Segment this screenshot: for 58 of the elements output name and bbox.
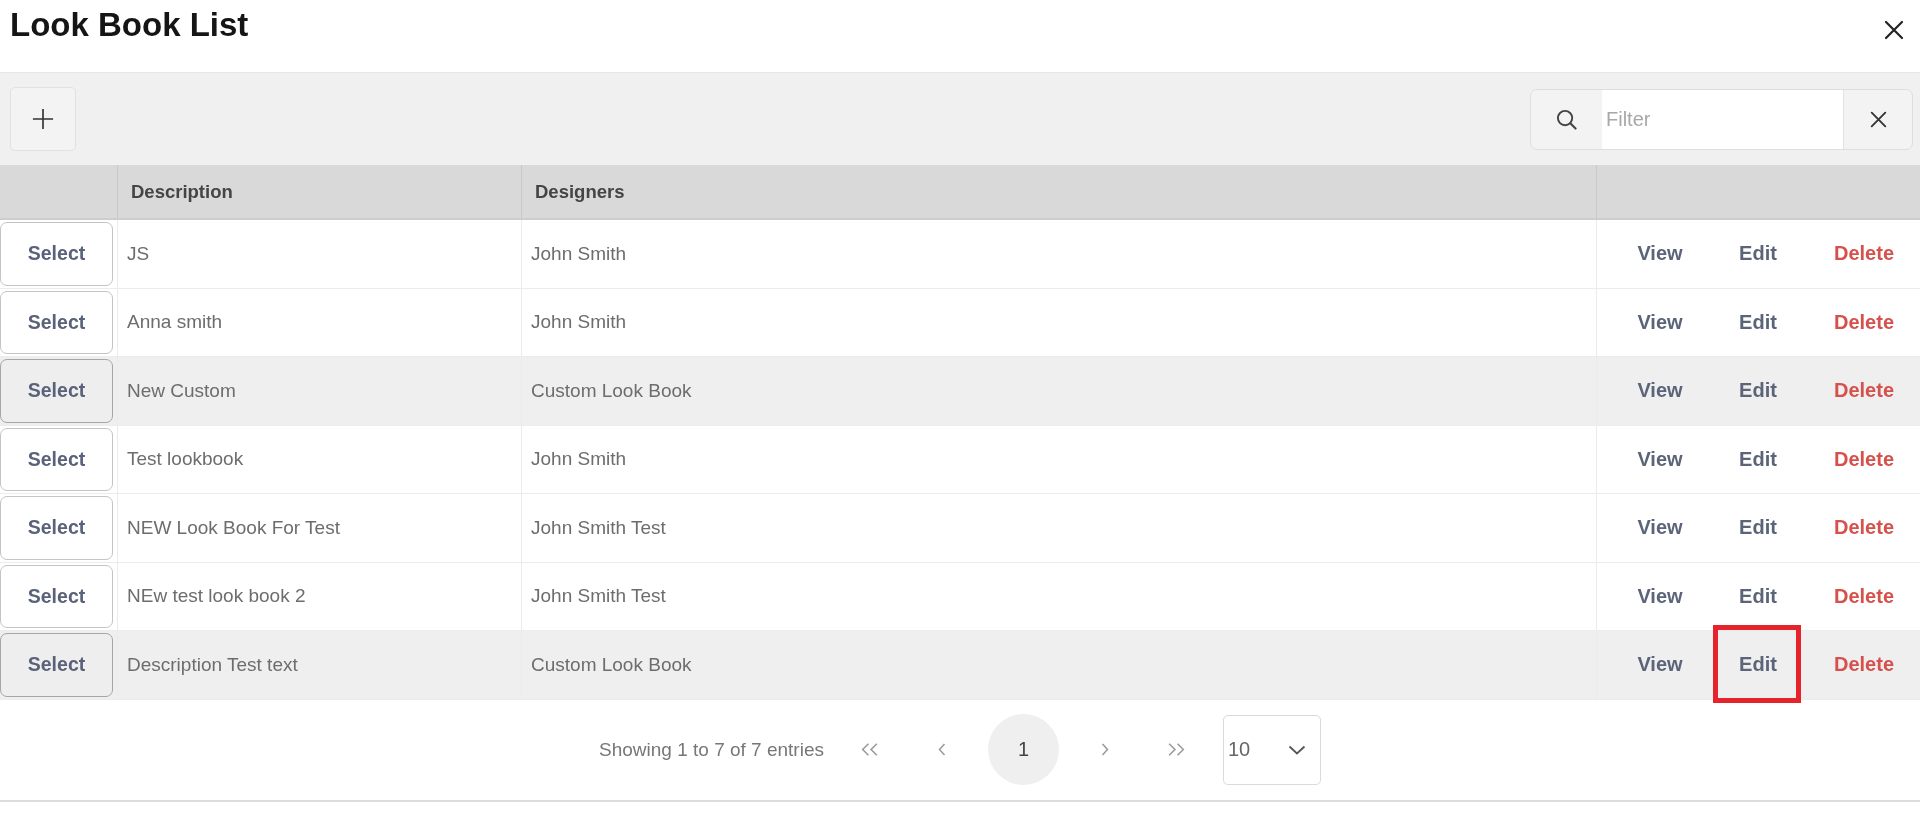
- edit-link[interactable]: Edit: [1739, 379, 1777, 403]
- description-cell: NEw test look book 2: [118, 562, 522, 630]
- page-size-select[interactable]: 10: [1223, 714, 1321, 785]
- description-cell: Test lookbook: [118, 425, 522, 493]
- designer-cell: John Smith: [522, 288, 1597, 356]
- delete-link[interactable]: Delete: [1834, 242, 1894, 266]
- delete-link[interactable]: Delete: [1834, 653, 1894, 677]
- column-header: Description: [118, 165, 522, 218]
- select-button[interactable]: Select: [0, 290, 113, 354]
- select-button[interactable]: Select: [0, 427, 113, 491]
- dialog-title: Look Book List: [10, 6, 249, 44]
- designer-cell: John Smith: [522, 425, 1597, 493]
- description-cell: New Custom: [118, 357, 522, 425]
- edit-link[interactable]: Edit: [1739, 447, 1777, 471]
- edit-link[interactable]: Edit: [1739, 310, 1777, 334]
- plus-icon: [32, 108, 54, 130]
- close-button[interactable]: [1882, 18, 1906, 42]
- select-button[interactable]: Select: [0, 496, 113, 560]
- close-icon: [1869, 110, 1887, 128]
- add-button[interactable]: [10, 87, 76, 151]
- view-link[interactable]: View: [1637, 310, 1683, 334]
- select-button[interactable]: Select: [0, 222, 113, 286]
- description-cell: JS: [118, 220, 522, 288]
- view-link[interactable]: View: [1637, 242, 1683, 266]
- description-cell: Anna smith: [118, 288, 522, 356]
- designer-cell: Custom Look Book: [522, 631, 1597, 699]
- designer-cell: John Smith: [522, 220, 1597, 288]
- select-button[interactable]: Select: [0, 633, 113, 697]
- delete-link[interactable]: Delete: [1834, 516, 1894, 540]
- view-link[interactable]: View: [1637, 584, 1683, 608]
- delete-link[interactable]: Delete: [1834, 310, 1894, 334]
- column-header: Designers: [522, 165, 1597, 218]
- description-cell: NEW Look Book For Test: [118, 494, 522, 562]
- edit-link[interactable]: Edit: [1739, 653, 1777, 677]
- view-link[interactable]: View: [1637, 516, 1683, 540]
- view-link[interactable]: View: [1637, 447, 1683, 471]
- filter-field[interactable]: Filter: [1602, 89, 1843, 149]
- edit-link[interactable]: Edit: [1739, 242, 1777, 266]
- delete-link[interactable]: Delete: [1834, 379, 1894, 403]
- delete-link[interactable]: Delete: [1834, 584, 1894, 608]
- chevron-left-icon: [937, 742, 947, 757]
- search-icon: [1556, 108, 1577, 130]
- designer-cell: John Smith Test: [522, 494, 1597, 562]
- view-link[interactable]: View: [1637, 379, 1683, 403]
- select-button[interactable]: Select: [0, 359, 113, 423]
- entries-info: Showing 1 to 7 of 7 entries: [599, 738, 824, 761]
- designer-cell: John Smith Test: [522, 562, 1597, 630]
- description-cell: Description Test text: [118, 631, 522, 699]
- close-icon: [1884, 20, 1904, 40]
- select-button[interactable]: Select: [0, 564, 113, 628]
- page-button[interactable]: 1: [988, 714, 1059, 785]
- edit-link[interactable]: Edit: [1739, 584, 1777, 608]
- chevron-right-icon: [1100, 742, 1110, 757]
- chevron-down-icon: [1288, 744, 1306, 755]
- designer-cell: Custom Look Book: [522, 357, 1597, 425]
- edit-link[interactable]: Edit: [1739, 516, 1777, 540]
- delete-link[interactable]: Delete: [1834, 447, 1894, 471]
- view-link[interactable]: View: [1637, 653, 1683, 677]
